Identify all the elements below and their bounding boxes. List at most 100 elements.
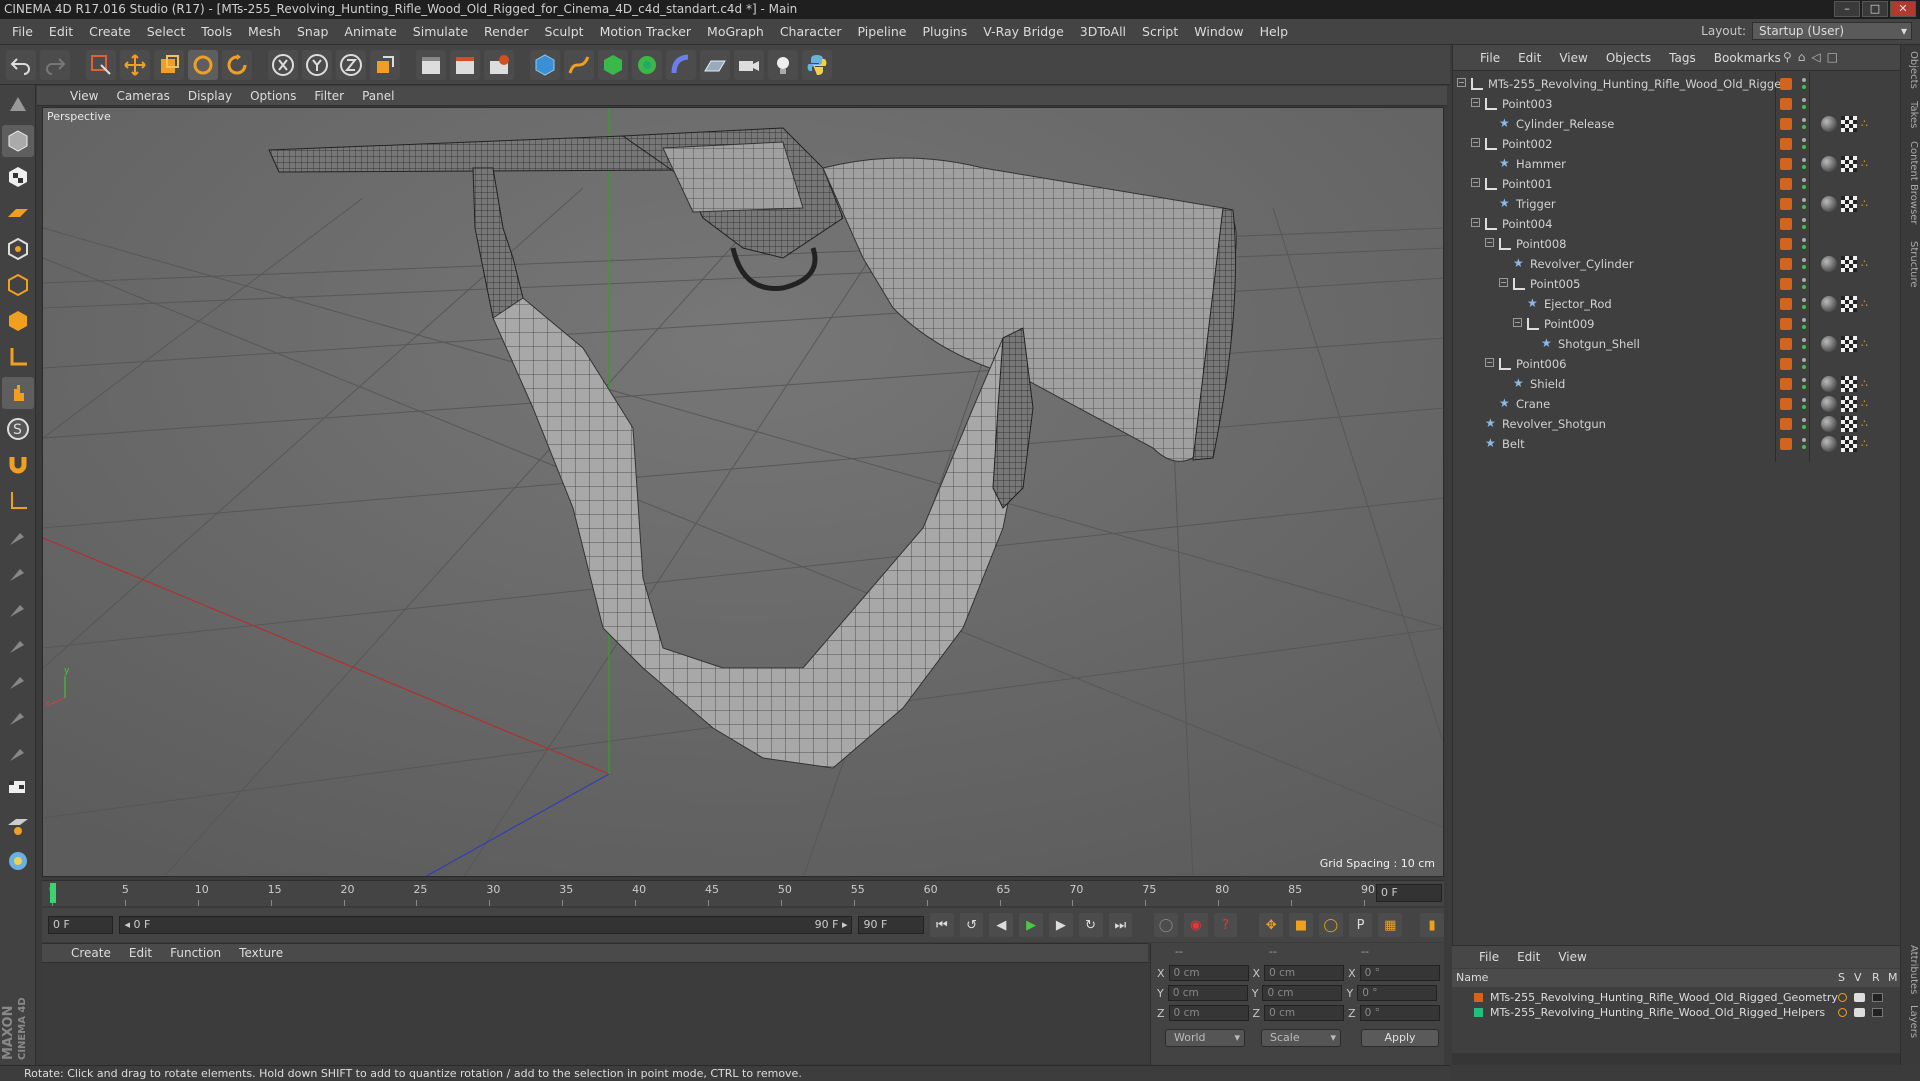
render-visibility-dot[interactable] [1802, 125, 1806, 129]
layer-color-swatch[interactable] [1780, 198, 1792, 210]
snap-button[interactable]: S [2, 413, 34, 445]
render-visibility-dot[interactable] [1802, 285, 1806, 289]
workplane-button[interactable] [2, 197, 34, 229]
render-visibility-dot[interactable] [1802, 205, 1806, 209]
render-visibility-dot[interactable] [1802, 225, 1806, 229]
menu-window[interactable]: Window [1186, 24, 1251, 39]
layer-color-swatch[interactable] [1780, 218, 1792, 230]
side-tab-layers[interactable]: Layers [1903, 1005, 1919, 1038]
object-tree-row[interactable]: ★ Belt ∴ [1453, 434, 1901, 454]
viewport-menu-options[interactable]: Options [241, 89, 305, 103]
material-manager-area[interactable] [42, 964, 1148, 1064]
layer-color-swatch[interactable] [1780, 238, 1792, 250]
material-sphere-tag-icon[interactable] [1821, 376, 1837, 392]
editor-visibility-dot[interactable] [1802, 258, 1806, 262]
render-visibility-dot[interactable] [1802, 345, 1806, 349]
record-scale-button[interactable]: ■ [1289, 913, 1313, 937]
subdivision-button[interactable] [598, 49, 628, 80]
editor-visibility-dot[interactable] [1802, 198, 1806, 202]
material-menu-edit[interactable]: Edit [120, 946, 161, 960]
editor-visibility-dot[interactable] [1802, 138, 1806, 142]
collapse-toggle-icon[interactable]: − [1471, 138, 1480, 147]
viewport-menu-view[interactable]: View [61, 89, 107, 103]
render-visibility-dot[interactable] [1802, 185, 1806, 189]
object-tree-row[interactable]: ★ Crane ∴ [1453, 394, 1901, 414]
timeline-ruler[interactable]: 051015202530354045505560657075808590 0 F [42, 880, 1444, 906]
y-axis-lock-button[interactable] [302, 49, 332, 80]
collapse-toggle-icon[interactable]: − [1499, 278, 1508, 287]
material-sphere-tag-icon[interactable] [1821, 116, 1837, 132]
render-visibility-dot[interactable] [1802, 425, 1806, 429]
objects-menu-view[interactable]: View [1550, 51, 1596, 65]
collapse-toggle-icon[interactable]: − [1485, 358, 1494, 367]
ik-tag-icon[interactable]: ∴ [1861, 296, 1877, 312]
render-visibility-dot[interactable] [1802, 385, 1806, 389]
menu-help[interactable]: Help [1252, 24, 1297, 39]
object-tree-row[interactable]: − Point003 [1453, 94, 1901, 114]
menu-render[interactable]: Render [476, 24, 537, 39]
pen-spline-button[interactable] [564, 49, 594, 80]
editor-visibility-dot[interactable] [1802, 278, 1806, 282]
editor-visibility-dot[interactable] [1802, 318, 1806, 322]
python-script-button[interactable] [2, 845, 34, 877]
rotation-field[interactable]: 0 ° [1357, 985, 1438, 1001]
side-tab-content-browser[interactable]: Content Browser [1903, 141, 1919, 224]
render-visibility-dot[interactable] [1802, 265, 1806, 269]
redo-button[interactable] [40, 49, 70, 80]
python-button[interactable] [802, 49, 832, 80]
rotation-field[interactable]: 0 ° [1359, 965, 1440, 981]
render-visibility-dot[interactable] [1802, 445, 1806, 449]
floor-button[interactable] [700, 49, 730, 80]
menu-edit[interactable]: Edit [41, 24, 81, 39]
visibility-eye-icon[interactable] [1854, 993, 1865, 1002]
layer-color-swatch[interactable] [1780, 438, 1792, 450]
editor-visibility-dot[interactable] [1802, 238, 1806, 242]
side-tab-takes[interactable]: Takes [1903, 101, 1919, 128]
checker-texture-tag-icon[interactable] [1841, 256, 1857, 272]
objects-menu-file[interactable]: File [1471, 51, 1509, 65]
material-sphere-tag-icon[interactable] [1821, 416, 1837, 432]
array-button[interactable] [632, 49, 662, 80]
timeline-layout-button[interactable]: ▮ [1420, 913, 1444, 937]
brush-tool-6-button[interactable] [2, 665, 34, 697]
brush-tool-3-button[interactable] [2, 557, 34, 589]
layer-color-swatch[interactable] [1780, 378, 1792, 390]
brush-tool-8-button[interactable] [2, 737, 34, 769]
layer-color-swatch[interactable] [1474, 1008, 1483, 1017]
autokey-button[interactable]: ◉ [1183, 913, 1208, 937]
layer-color-swatch[interactable] [1780, 158, 1792, 170]
go-to-start-button[interactable]: ⏮ [929, 913, 954, 937]
layer-color-swatch[interactable] [1780, 318, 1792, 330]
layers-menu-file[interactable]: File [1470, 950, 1508, 964]
layer-color-swatch[interactable] [1780, 78, 1792, 90]
record-parameter-button[interactable]: P [1348, 913, 1373, 937]
menu-select[interactable]: Select [139, 24, 194, 39]
ik-tag-icon[interactable]: ∴ [1861, 436, 1877, 452]
material-sphere-tag-icon[interactable] [1821, 436, 1837, 452]
collapse-toggle-icon[interactable]: − [1471, 98, 1480, 107]
editor-visibility-dot[interactable] [1802, 378, 1806, 382]
recent-tools-button[interactable] [222, 49, 252, 80]
layout-select[interactable]: Startup (User) ▾ [1752, 22, 1912, 40]
viewport-menu-cameras[interactable]: Cameras [107, 89, 178, 103]
home-icon[interactable]: ⌂ [1798, 50, 1806, 64]
light-button[interactable] [768, 49, 798, 80]
layers-menu-view[interactable]: View [1549, 950, 1595, 964]
x-axis-lock-button[interactable] [268, 49, 298, 80]
timeline-end-frame-field[interactable]: 0 F [1376, 884, 1442, 902]
deformer-button[interactable] [666, 49, 696, 80]
layer-row[interactable]: MTs-255_Revolving_Hunting_Rifle_Wood_Old… [1452, 1005, 1900, 1020]
brush-tool-4-button[interactable] [2, 593, 34, 625]
coordinate-mode-select[interactable]: Scale ▾ [1261, 1029, 1341, 1047]
search-icon[interactable]: ⚲ [1783, 50, 1792, 64]
objects-menu-bookmarks[interactable]: Bookmarks [1705, 51, 1790, 65]
brush-tool-2-button[interactable] [2, 521, 34, 553]
render-visibility-dot[interactable] [1802, 405, 1806, 409]
material-sphere-tag-icon[interactable] [1821, 396, 1837, 412]
layer-color-swatch[interactable] [1474, 993, 1483, 1002]
render-settings-button[interactable] [484, 49, 514, 80]
menu-pipeline[interactable]: Pipeline [850, 24, 915, 39]
make-editable-button[interactable] [2, 89, 34, 121]
object-tree-row[interactable]: − Point006 [1453, 354, 1901, 374]
side-tab-objects[interactable]: Objects [1903, 51, 1919, 89]
